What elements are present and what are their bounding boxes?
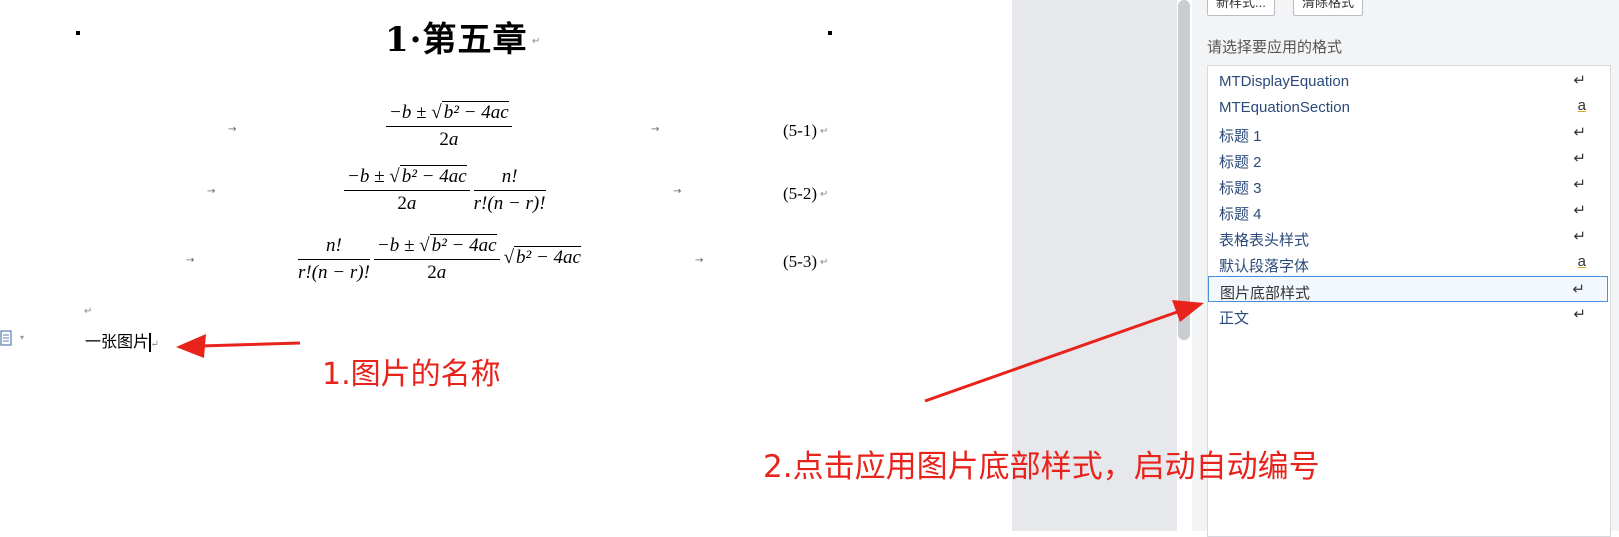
paragraph-mark: ↵ bbox=[150, 339, 159, 350]
equation-number-2: (5-2) bbox=[783, 184, 817, 203]
caption-line[interactable]: 一张图片 ↵ bbox=[85, 328, 159, 352]
paragraph-style-icon: ↵ bbox=[1573, 306, 1586, 323]
style-item-label: 正文 bbox=[1219, 310, 1250, 327]
style-item-label: 表格表头样式 bbox=[1219, 232, 1310, 249]
scrollbar-thumb[interactable] bbox=[1178, 0, 1190, 340]
style-item-body-text[interactable]: 正文 ↵ bbox=[1208, 302, 1608, 328]
style-item-mtdisplayequation[interactable]: MTDisplayEquation ↵ bbox=[1208, 68, 1608, 94]
chapter-heading[interactable]: 1·第五章 bbox=[385, 12, 528, 61]
quadratic-fraction: −b ± √ b² − 4ac 2a bbox=[344, 164, 470, 217]
document-icon[interactable] bbox=[0, 330, 12, 346]
factorial-fraction: n! r!(n − r)! bbox=[473, 166, 546, 214]
equation-number-1: (5-1) bbox=[783, 121, 817, 140]
style-item-heading-1[interactable]: 标题 1 ↵ bbox=[1208, 120, 1608, 146]
new-style-button[interactable]: 新样式... bbox=[1207, 0, 1275, 16]
annotation-step2: 2.点击应用图片底部样式，启动自动编号 bbox=[763, 449, 1320, 485]
paragraph-mark: ↵ bbox=[820, 189, 829, 200]
equation-5-3[interactable]: n! r!(n − r)! −b ± √ b² − 4ac 2a √ b² − 4a… bbox=[298, 233, 581, 286]
annotation-step1: 1.图片的名称 bbox=[322, 357, 501, 392]
paragraph-mark: ↵ bbox=[820, 257, 829, 268]
paragraph-style-icon: ↵ bbox=[1572, 281, 1585, 298]
corner-mark-right bbox=[828, 31, 832, 35]
style-item-label: MTDisplayEquation bbox=[1219, 73, 1350, 90]
tab-arrow: → bbox=[651, 124, 660, 135]
equation-5-2[interactable]: −b ± √ b² − 4ac 2a n! r!(n − r)! bbox=[344, 164, 546, 217]
style-item-label: MTEquationSection bbox=[1219, 99, 1350, 116]
style-item-table-header[interactable]: 表格表头样式 ↵ bbox=[1208, 224, 1608, 250]
style-item-default-font[interactable]: 默认段落字体 a bbox=[1208, 250, 1608, 276]
style-item-mtequationsection[interactable]: MTEquationSection a bbox=[1208, 94, 1608, 120]
quadratic-fraction: −b ± √ b² − 4ac 2a bbox=[386, 100, 512, 153]
paragraph-style-icon: ↵ bbox=[1573, 202, 1586, 219]
caption-text: 一张图片 bbox=[85, 332, 150, 351]
paragraph-mark: ↵ bbox=[84, 306, 93, 317]
tab-arrow: → bbox=[673, 186, 682, 197]
equation-5-1[interactable]: −b ± √ b² − 4ac 2a bbox=[386, 100, 512, 153]
apply-style-label: 请选择要应用的格式 bbox=[1207, 39, 1343, 56]
tab-arrow: → bbox=[186, 255, 195, 266]
style-item-label: 标题 2 bbox=[1219, 154, 1262, 171]
clear-format-button[interactable]: 清除格式 bbox=[1293, 0, 1364, 16]
paragraph-style-icon: ↵ bbox=[1573, 228, 1586, 245]
style-item-image-caption[interactable]: 图片底部样式 ↵ bbox=[1208, 276, 1608, 302]
character-style-icon: a bbox=[1577, 97, 1586, 114]
chevron-down-icon[interactable]: ▾ bbox=[20, 333, 24, 342]
quadratic-fraction: −b ± √ b² − 4ac 2a bbox=[373, 233, 500, 286]
paragraph-style-icon: ↵ bbox=[1573, 176, 1586, 193]
paragraph-mark: ↵ bbox=[532, 36, 541, 47]
style-item-label: 默认段落字体 bbox=[1219, 258, 1310, 275]
factorial-fraction: n! r!(n − r)! bbox=[298, 235, 370, 283]
corner-mark-left bbox=[76, 31, 80, 35]
style-item-label: 标题 4 bbox=[1219, 206, 1262, 223]
style-item-heading-4[interactable]: 标题 4 ↵ bbox=[1208, 198, 1608, 224]
character-style-icon: a bbox=[1577, 253, 1586, 270]
equation-number-3: (5-3) bbox=[783, 252, 817, 271]
tab-arrow: → bbox=[228, 124, 237, 135]
style-item-heading-2[interactable]: 标题 2 ↵ bbox=[1208, 146, 1608, 172]
paragraph-style-icon: ↵ bbox=[1573, 150, 1586, 167]
style-item-label: 标题 1 bbox=[1219, 128, 1262, 145]
paragraph-mark: ↵ bbox=[820, 126, 829, 137]
paragraph-style-icon: ↵ bbox=[1573, 72, 1586, 89]
style-item-label: 标题 3 bbox=[1219, 180, 1262, 197]
tab-arrow: → bbox=[695, 255, 704, 266]
tab-arrow: → bbox=[207, 186, 216, 197]
style-item-label: 图片底部样式 bbox=[1220, 285, 1311, 302]
paragraph-style-icon: ↵ bbox=[1573, 124, 1586, 141]
style-item-heading-3[interactable]: 标题 3 ↵ bbox=[1208, 172, 1608, 198]
